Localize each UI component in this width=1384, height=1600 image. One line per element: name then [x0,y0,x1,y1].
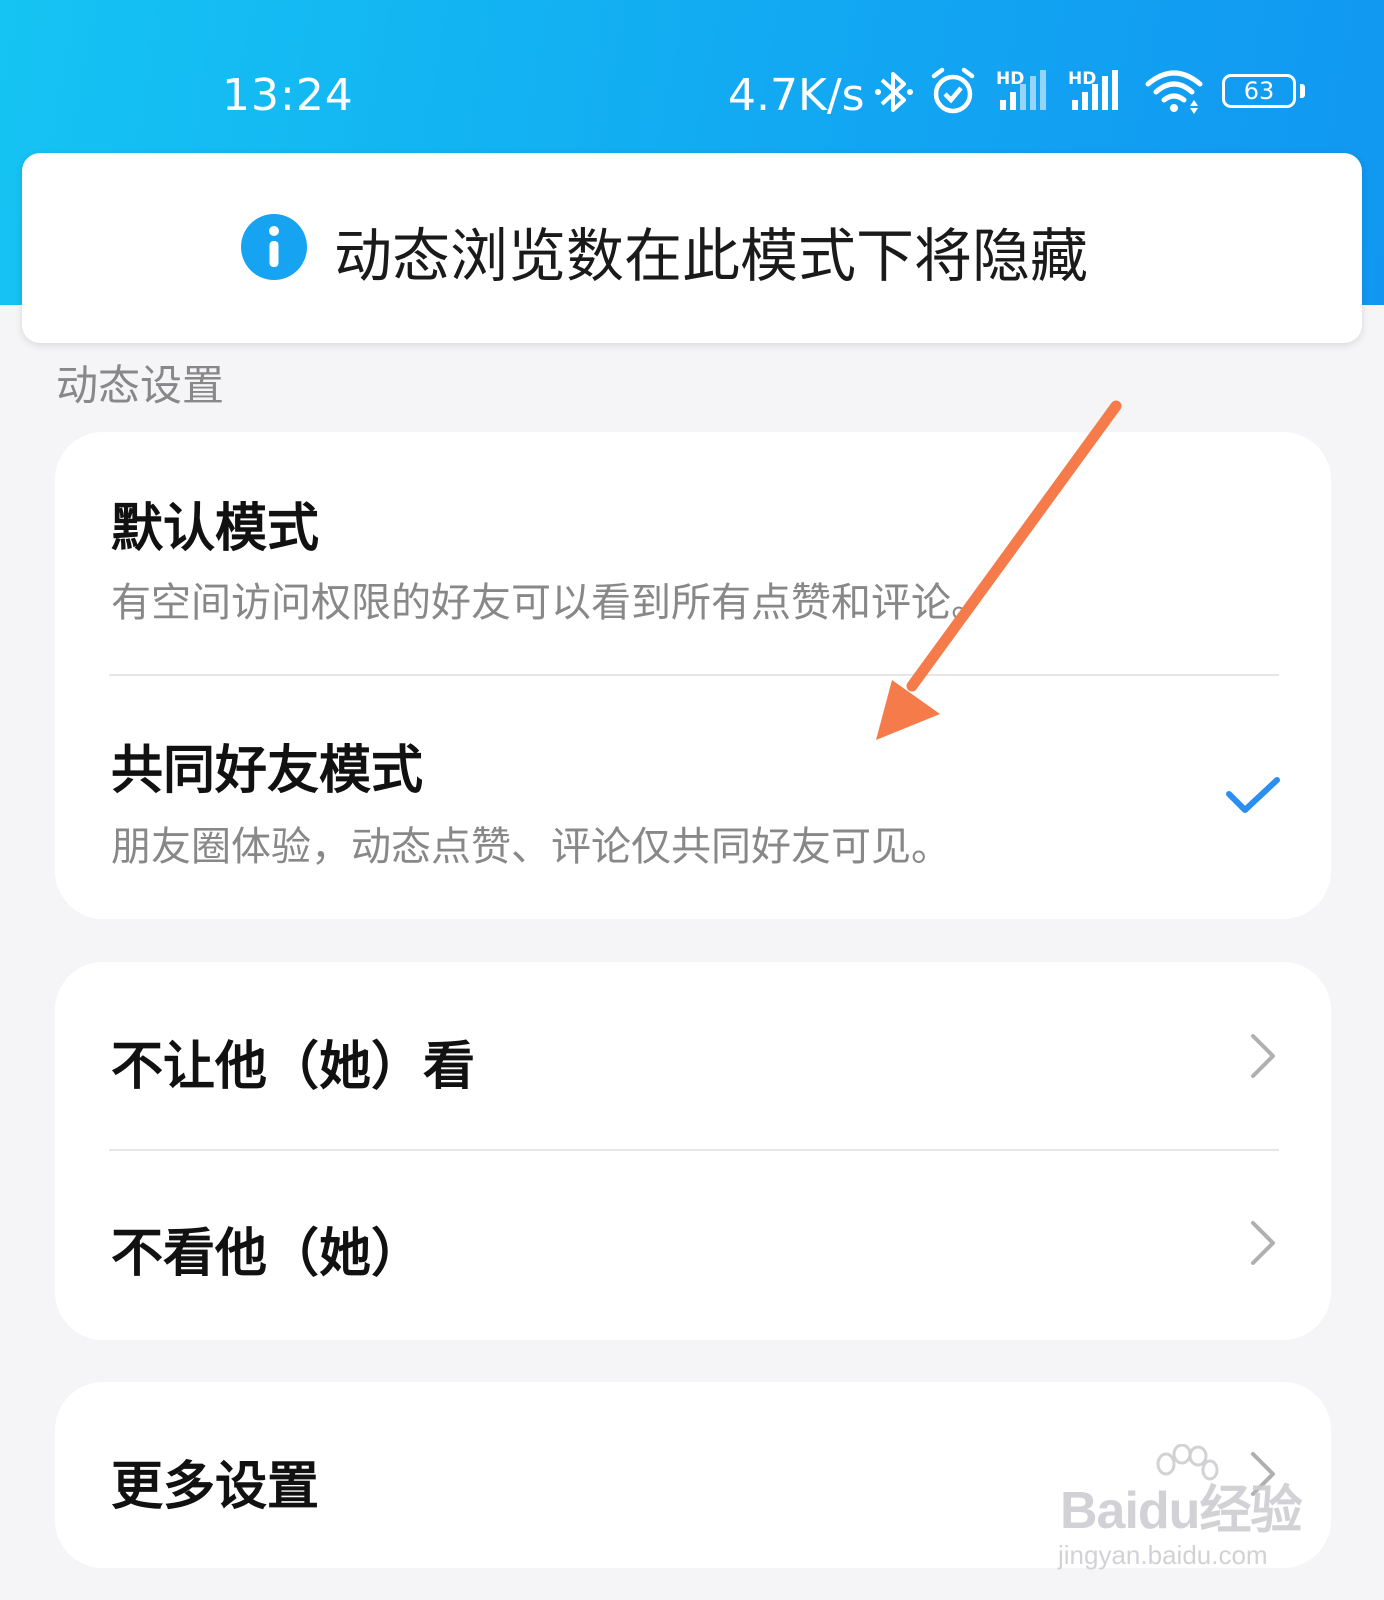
hd-signal-icon: HD [1068,69,1118,110]
mode-card: 默认模式 有空间访问权限的好友可以看到所有点赞和评论。 共同好友模式 朋友圈体验… [55,432,1331,919]
mode-title: 默认模式 [111,499,320,559]
checkmark-icon [1226,777,1280,813]
status-time: 13:24 [222,70,354,121]
alarm-icon [931,67,975,114]
bluetooth-icon [875,72,913,112]
watermark: Baidu经验 jingyan.baidu.com [1058,1444,1318,1578]
privacy-card: 不让他（她）看 不看他（她） [55,962,1331,1340]
hd-signal-icon: HD [996,69,1046,110]
row-label: 不让他（她）看 [111,1037,476,1097]
chevron-right-icon [1251,1221,1275,1265]
mode-description: 朋友圈体验，动态点赞、评论仅共同好友可见。 [111,824,951,870]
info-icon [241,214,307,280]
hide-their-row[interactable]: 不看他（她） [55,1151,1331,1340]
row-label: 不看他（她） [111,1224,424,1284]
hide-from-row[interactable]: 不让他（她）看 [55,962,1331,1150]
info-toast: 动态浏览数在此模式下将隐藏 [22,153,1362,343]
mode-description: 有空间访问权限的好友可以看到所有点赞和评论。 [111,580,991,626]
toast-message: 动态浏览数在此模式下将隐藏 [334,222,1089,290]
section-title: 动态设置 [56,361,225,410]
battery-icon: 63 [1222,74,1296,108]
mode-title: 共同好友模式 [111,741,424,801]
watermark-logo: Baidu经验 [1060,1482,1302,1540]
watermark-url: jingyan.baidu.com [1058,1540,1268,1570]
network-speed: 4.7K/s [728,70,865,121]
battery-tip [1300,84,1305,98]
mode-option-default[interactable]: 默认模式 有空间访问权限的好友可以看到所有点赞和评论。 [55,432,1331,674]
wifi-icon [1145,70,1203,114]
row-label: 更多设置 [111,1457,320,1517]
status-bar: 13:24 4.7K/s HD HD 63 [0,0,1384,150]
chevron-right-icon [1251,1034,1275,1078]
mode-option-mutual-friends[interactable]: 共同好友模式 朋友圈体验，动态点赞、评论仅共同好友可见。 [55,676,1331,919]
